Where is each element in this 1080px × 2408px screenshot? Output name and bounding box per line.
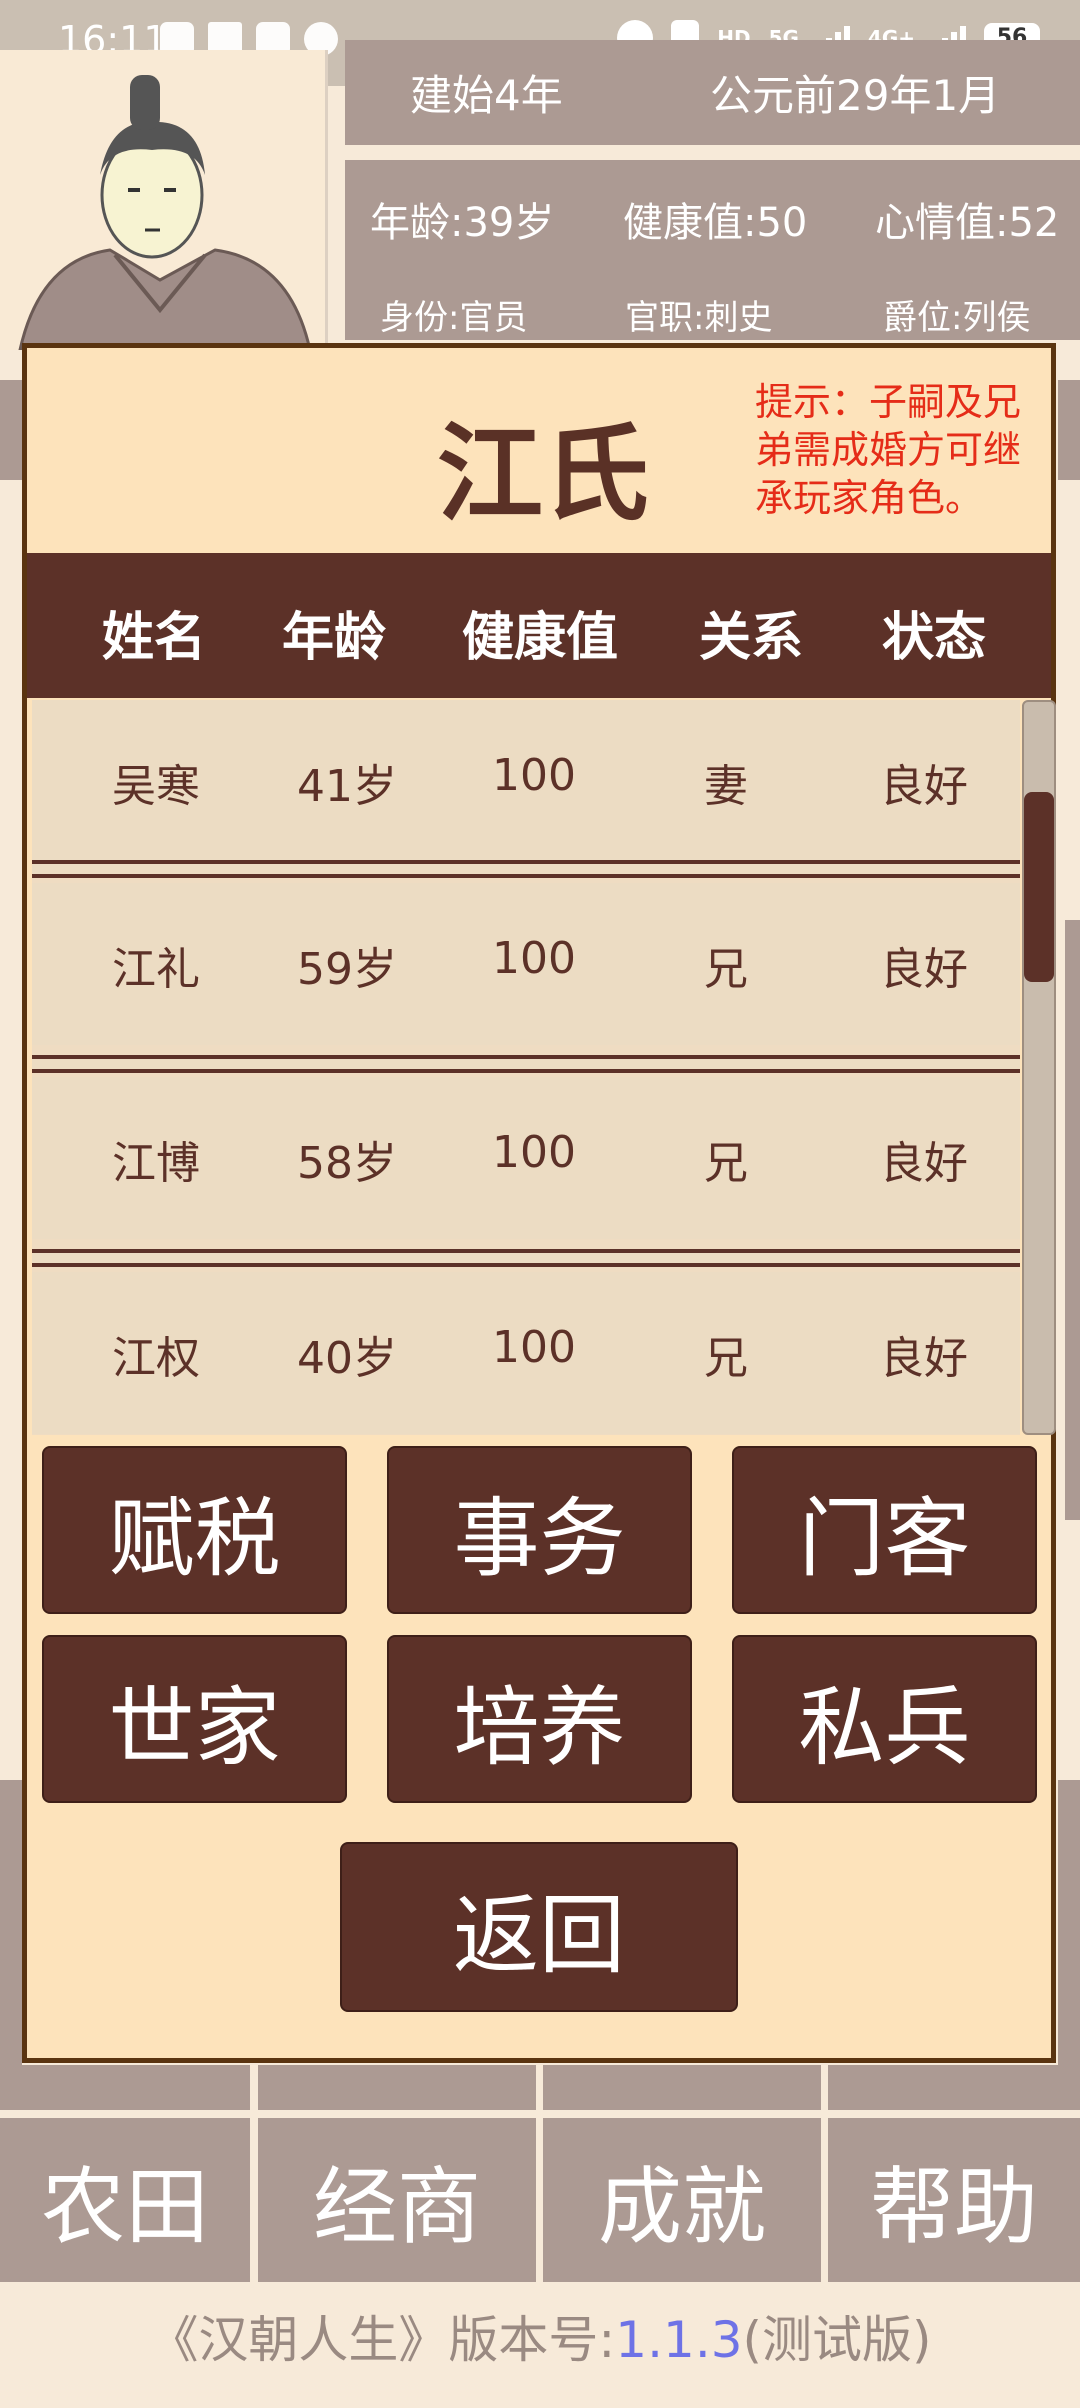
help-button[interactable]: 帮助 [828, 2118, 1080, 2282]
table-row[interactable]: 江礼 59岁 100 兄 良好 [32, 883, 1020, 1045]
col-health: 健康值 [462, 608, 619, 668]
back-button[interactable]: 返回 [340, 1842, 738, 2012]
rank-stat: 爵位:列侯 [883, 298, 1031, 338]
affairs-button[interactable]: 事务 [387, 1446, 692, 1614]
farmland-button[interactable]: 农田 [0, 2118, 250, 2282]
member-name: 江礼 [112, 944, 200, 995]
member-age: 41岁 [297, 761, 397, 812]
col-status: 状态 [882, 608, 987, 668]
post-stat: 官职:刺史 [625, 298, 773, 338]
trade-button[interactable]: 经商 [258, 2118, 536, 2282]
bg-strip [543, 2065, 821, 2110]
tax-button[interactable]: 赋税 [42, 1446, 347, 1614]
member-health: 100 [492, 750, 576, 801]
training-button[interactable]: 培养 [387, 1635, 692, 1803]
table-row[interactable]: 江权 40岁 100 兄 良好 [32, 1272, 1020, 1434]
member-relation: 兄 [704, 1333, 748, 1384]
era-label: 建始4年 [410, 71, 563, 120]
bg-strip [1058, 380, 1080, 480]
bg-strip [0, 1780, 22, 2080]
row-divider [32, 1249, 1020, 1267]
list-scrollbar[interactable] [1022, 700, 1056, 1435]
bg-strip [1065, 920, 1080, 1520]
table-row[interactable]: 江博 58岁 100 兄 良好 [32, 1077, 1020, 1239]
member-relation: 妻 [704, 761, 748, 812]
family-member-list[interactable]: 吴寒 41岁 100 妻 良好 江礼 59岁 100 兄 良好 江博 58岁 1… [32, 700, 1020, 1435]
member-status: 良好 [880, 944, 968, 995]
retainers-button[interactable]: 门客 [732, 1446, 1037, 1614]
family-dialog: 江氏 提示：子嗣及兄弟需成婚方可继承玩家角色。 姓名 年龄 健康值 关系 状态 … [22, 343, 1056, 2063]
private-army-button[interactable]: 私兵 [732, 1635, 1037, 1803]
health-stat: 健康值:50 [623, 200, 808, 246]
member-name: 江博 [112, 1138, 200, 1189]
date-label: 公元前29年1月 [710, 71, 1001, 120]
dialog-header: 江氏 提示：子嗣及兄弟需成婚方可继承玩家角色。 [27, 348, 1051, 553]
col-relation: 关系 [699, 608, 804, 668]
character-stats-panel: 年龄:39岁 健康值:50 心情值:52 身份:官员 官职:刺史 爵位:列侯 [345, 160, 1080, 340]
clans-button[interactable]: 世家 [42, 1635, 347, 1803]
col-age: 年龄 [282, 608, 387, 668]
member-relation: 兄 [704, 1138, 748, 1189]
footer-suffix: (测试版) [742, 2311, 932, 2369]
version-footer: 《汉朝人生》版本号:1.1.3(测试版) [0, 2300, 1080, 2372]
member-age: 59岁 [297, 944, 397, 995]
bg-strip [828, 2065, 1080, 2110]
scrollbar-thumb[interactable] [1024, 792, 1054, 982]
member-status: 良好 [880, 1138, 968, 1189]
mood-stat: 心情值:52 [875, 200, 1060, 246]
member-name: 吴寒 [112, 761, 200, 812]
row-divider [32, 860, 1020, 878]
family-title: 江氏 [437, 413, 649, 536]
member-health: 100 [492, 1127, 576, 1178]
bg-strip [0, 2065, 250, 2110]
member-relation: 兄 [704, 944, 748, 995]
bg-strip [0, 380, 22, 480]
footer-prefix: 《汉朝人生》版本号: [148, 2311, 616, 2369]
bg-strip [1058, 1780, 1080, 2080]
character-portrait [0, 50, 328, 352]
age-stat: 年龄:39岁 [370, 200, 555, 246]
achievements-button[interactable]: 成就 [543, 2118, 821, 2282]
member-status: 良好 [880, 1333, 968, 1384]
member-age: 58岁 [297, 1138, 397, 1189]
bg-strip [258, 2065, 536, 2110]
official-avatar-icon [18, 75, 312, 352]
table-row[interactable]: 吴寒 41岁 100 妻 良好 [32, 700, 1020, 862]
member-age: 40岁 [297, 1333, 397, 1384]
row-divider [32, 1055, 1020, 1073]
col-name: 姓名 [102, 608, 207, 668]
identity-stat: 身份:官员 [380, 298, 528, 338]
member-status: 良好 [880, 761, 968, 812]
inheritance-hint: 提示：子嗣及兄弟需成婚方可继承玩家角色。 [755, 380, 1022, 520]
table-header: 姓名 年龄 健康值 关系 状态 [27, 553, 1051, 698]
member-health: 100 [492, 1322, 576, 1373]
member-name: 江权 [112, 1333, 200, 1384]
version-number: 1.1.3 [615, 2311, 743, 2369]
member-health: 100 [492, 933, 576, 984]
date-panel: 建始4年 公元前29年1月 [345, 40, 1080, 145]
